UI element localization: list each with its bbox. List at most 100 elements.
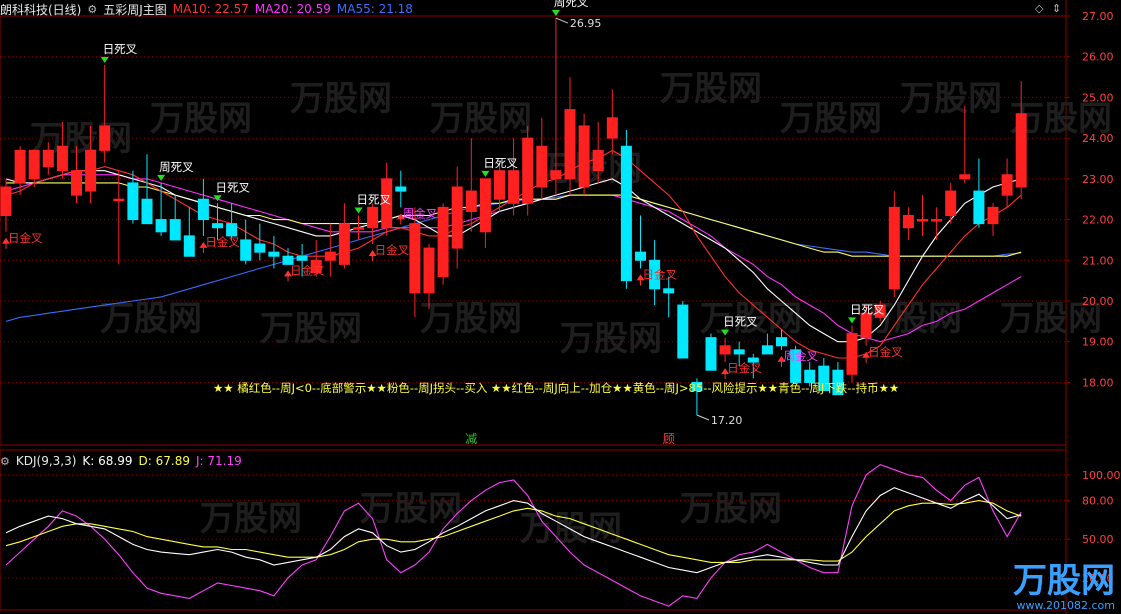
sell-arrow-icon	[100, 56, 109, 63]
price-tick-label: 19.00	[1082, 336, 1114, 349]
candle-body	[1015, 113, 1027, 188]
price-tick-label: 20.00	[1082, 295, 1114, 308]
price-axis: 27.00 26.00 25.00 24.00 23.00 22.00 21.00 20.00…	[1066, 10, 1121, 585]
sell-arrow-icon	[848, 317, 856, 324]
kdj-name[interactable]: KDJ(9,3,3)	[16, 454, 77, 468]
candle-body	[451, 186, 463, 249]
sell-arrow-icon	[481, 170, 490, 177]
candle-body	[254, 243, 266, 253]
low-price-label: 17.20	[711, 414, 743, 427]
candle-body	[141, 198, 153, 225]
candle-body	[155, 219, 167, 233]
kdj-j-readout: J: 71.19	[195, 454, 242, 468]
watermark-logo: 万股网	[430, 99, 532, 139]
candle-body	[268, 251, 280, 257]
candle-body	[479, 178, 491, 233]
signal-label: 日金叉	[290, 263, 325, 277]
candle-body	[14, 149, 26, 184]
candle-body	[888, 206, 900, 290]
candle-body	[395, 186, 407, 192]
candle-body	[663, 288, 675, 294]
candle-body	[536, 145, 548, 188]
candle-body	[99, 125, 111, 151]
diamond-icon[interactable]: ◇	[1035, 2, 1043, 15]
candle-body	[846, 333, 858, 375]
candle-body	[508, 170, 520, 204]
price-tick-label: 18.00	[1082, 376, 1114, 389]
legend-text: ★★ 橘红色--周J<0--底部警示★★粉色--周J拐头--买入 ★★红色--周…	[213, 381, 899, 395]
candle-body	[550, 170, 562, 180]
signal-label: 周死叉	[159, 160, 194, 174]
scroll-updown-icon[interactable]: ⇕	[1052, 2, 1061, 15]
price-tick-label: 23.00	[1082, 173, 1114, 186]
ma55-readout: MA55: 21.18	[336, 2, 413, 16]
kdj-tick-label: 50.00	[1082, 533, 1114, 546]
watermark-logo: 万股网	[660, 69, 762, 109]
sell-arrow-icon	[551, 10, 560, 17]
settings-gear-icon[interactable]: ⚙	[0, 455, 10, 468]
indicator-name[interactable]: 五彩周J主图	[103, 1, 167, 18]
candle-body	[917, 219, 928, 222]
watermark-logo: 万股网	[100, 299, 202, 339]
kdj-j-line	[5, 463, 1022, 607]
stock-title[interactable]: 朗科科技(日线)	[0, 1, 81, 18]
watermark-logo: 万股网	[260, 309, 362, 349]
candle-body	[578, 125, 590, 188]
candle-body	[522, 137, 534, 204]
watermark-logo: 万股网	[900, 79, 1002, 119]
signal-label: 日死叉	[850, 302, 885, 316]
candle-body	[0, 186, 12, 216]
candle-body	[677, 304, 689, 359]
candle-body	[183, 235, 195, 257]
watermark-logo: 万股网	[200, 499, 302, 539]
candle-body	[761, 345, 773, 355]
candle-body	[324, 251, 336, 261]
price-tick-label: 24.00	[1082, 132, 1114, 145]
candle-body	[606, 117, 618, 139]
signal-label: 日金叉	[205, 235, 240, 249]
candle-body	[197, 198, 209, 221]
candle-body	[113, 198, 125, 202]
high-price-label: 26.95	[570, 17, 602, 30]
signal-label: 周金叉	[784, 349, 819, 363]
candle-body	[1001, 174, 1013, 196]
signal-label: 日金叉	[868, 345, 903, 359]
watermark-logo: 万股网	[360, 489, 462, 529]
candle-body	[860, 312, 872, 339]
price-tick-label: 22.00	[1082, 214, 1114, 227]
settings-gear-icon[interactable]: ⚙	[87, 3, 97, 16]
price-tick-label: 21.00	[1082, 254, 1114, 267]
sell-arrow-icon	[157, 174, 166, 181]
candle-body	[240, 239, 252, 261]
candle-body	[353, 227, 364, 230]
signal-label: 日金叉	[727, 361, 762, 375]
candle-body	[719, 345, 731, 355]
candle-body	[56, 145, 68, 172]
signal-label: 日金叉	[375, 243, 410, 257]
low-pointer	[696, 414, 710, 421]
kdj-k-readout: K: 68.99	[82, 454, 133, 468]
ma10-readout: MA10: 22.57	[172, 2, 249, 16]
candle-body	[437, 206, 449, 278]
brand-name: 万股网	[1013, 561, 1115, 601]
kdj-lines	[5, 463, 1022, 607]
candle-body	[85, 149, 97, 192]
high-pointer	[555, 17, 569, 24]
signal-label: 日金叉	[643, 267, 678, 281]
candle-body	[423, 247, 435, 294]
signal-label: 日死叉	[103, 42, 138, 56]
stock-chart: 万股网 万股网 万股网 万股网万股网万股网万股网 万股网 万股网万股网 万股网 万股网 万股网万…	[0, 0, 1121, 614]
watermark-logo: 万股网	[680, 489, 782, 529]
candle-body	[592, 149, 604, 172]
brand-watermark: 万股网 www.201082.com	[1013, 563, 1115, 612]
kdj-header: ⚙ KDJ(9,3,3) K: 68.99 D: 67.89 J: 71.19	[0, 453, 242, 469]
price-tick-label: 26.00	[1082, 51, 1114, 64]
candle-body	[338, 223, 350, 265]
kdj-d-readout: D: 67.89	[138, 454, 190, 468]
price-tick-label: 27.00	[1082, 10, 1114, 23]
signal-label: 周金叉	[403, 206, 438, 220]
candle-body	[776, 337, 787, 347]
trade-markers: 减顾	[465, 432, 674, 446]
signal-label: 日金叉	[8, 231, 43, 245]
candle-body	[931, 219, 943, 222]
